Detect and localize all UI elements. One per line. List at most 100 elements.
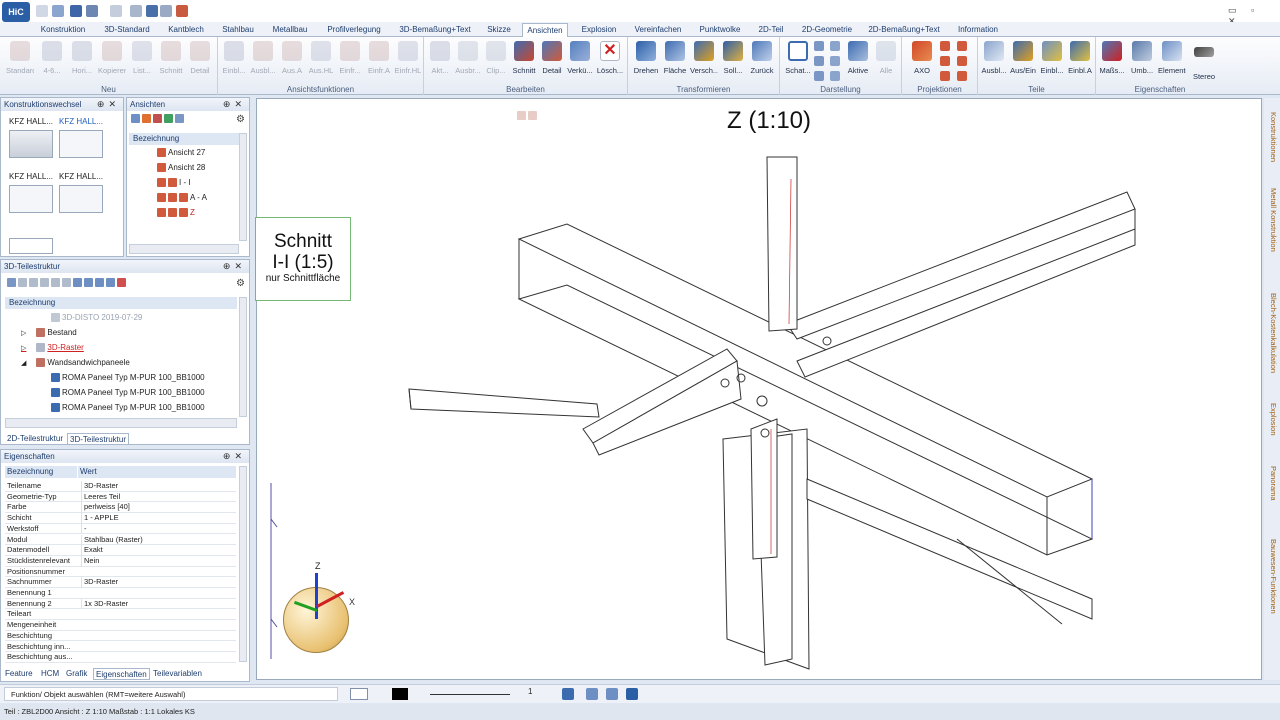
property-row[interactable]: Werkstoff - — [5, 523, 236, 535]
tree-icon[interactable] — [106, 278, 115, 288]
property-value[interactable]: 3D-Raster — [81, 481, 236, 492]
schnitt-button[interactable]: Schnitt — [510, 39, 538, 81]
shade-mode-icon[interactable] — [830, 41, 840, 51]
horizontal-button[interactable]: Hori... — [68, 39, 96, 81]
teile-einbl-button[interactable]: Einbl... — [1038, 39, 1066, 81]
stereo-button[interactable]: Stereo — [1190, 39, 1218, 81]
view-item-a-a[interactable]: A - A — [157, 191, 207, 205]
tool-icon[interactable] — [29, 278, 38, 288]
property-row[interactable]: Mengeneinheit — [5, 620, 236, 631]
tree-item-bestand[interactable]: ▷ Bestand — [21, 326, 77, 340]
massstab-button[interactable]: Maßs... — [1098, 39, 1126, 81]
panel-pin-close-icon[interactable]: ⊕✕ — [223, 260, 246, 273]
search-icon[interactable] — [7, 278, 16, 288]
drawing-thumbnail-3[interactable] — [9, 185, 53, 213]
tab-eigenschaften[interactable]: Eigenschaften — [93, 668, 150, 680]
tree-item-paneel-1[interactable]: ROMA Paneel Typ M-PUR 100_BB1000 — [51, 371, 205, 385]
window-controls[interactable]: ▭ ▫ ✕ — [1228, 5, 1268, 26]
viewport-3d[interactable]: Z (1:10) Schnitt I-I (1:5) nur Schnittfl… — [255, 98, 1262, 680]
zurueck-button[interactable]: Zurück — [748, 39, 776, 81]
tool-icon[interactable] — [51, 278, 60, 288]
property-row[interactable]: Modul Stahlbau (Raster) — [5, 534, 236, 546]
tab-vereinfachen[interactable]: Vereinfachen — [630, 23, 686, 37]
property-value[interactable]: perlweiss [40] — [81, 502, 236, 513]
ausbr-button[interactable]: Ausbr... — [454, 39, 482, 81]
property-row[interactable]: Sachnummer 3D-Raster — [5, 577, 236, 588]
view-item-i-i[interactable]: I - I — [157, 176, 191, 190]
save-icon[interactable] — [70, 5, 82, 17]
schnitt-new-button[interactable]: Schnitt — [157, 39, 185, 81]
detail-button[interactable]: Detail — [538, 39, 566, 81]
outline-icon[interactable] — [830, 71, 840, 81]
property-row[interactable]: Beschichtung — [5, 631, 236, 642]
refresh-icon[interactable] — [164, 114, 173, 124]
verschieben-button[interactable]: Versch... — [690, 39, 718, 81]
render-icon[interactable] — [176, 5, 188, 17]
drawing-thumbnail-5[interactable] — [9, 238, 53, 254]
tree-item-3d-raster[interactable]: ▷ 3D-Raster — [21, 341, 84, 355]
tab-profilverlegung[interactable]: Profilverlegung — [322, 23, 386, 37]
teile-einbl-a-button[interactable]: Einbl.A — [1066, 39, 1094, 81]
gear-icon[interactable]: ⚙ — [236, 278, 245, 289]
filter-icon[interactable] — [175, 114, 184, 124]
line-width-select[interactable]: 1 — [528, 687, 532, 696]
app-logo[interactable]: HiC — [2, 2, 30, 22]
property-row[interactable]: Schicht 1 - APPLE — [5, 513, 236, 524]
view-new-icon[interactable] — [153, 114, 162, 124]
view-item-z[interactable]: Z — [157, 206, 195, 220]
tab-2d-bemassung[interactable]: 2D-Bemaßung+Text — [866, 23, 942, 37]
property-value[interactable]: 3D-Raster — [81, 577, 236, 588]
tree-item-wandsandwich[interactable]: ◢ Wandsandwichpaneele — [21, 356, 130, 370]
einbl-button[interactable]: Einbl... — [220, 39, 248, 81]
panel-pin-close-icon[interactable]: ⊕✕ — [97, 98, 120, 111]
tab-grafik[interactable]: Grafik — [64, 668, 89, 680]
save-as-icon[interactable] — [86, 5, 98, 17]
tab-teilevariablen[interactable]: Teilevariablen — [151, 668, 204, 680]
property-value[interactable]: Leeres Teil — [81, 491, 236, 503]
collapse-icon[interactable]: ◢ — [21, 360, 26, 367]
side-tab-blech-kostenkalkulation[interactable]: Blech-Kostenkalkulation — [1266, 278, 1278, 388]
umbenennen-button[interactable]: Umb... — [1128, 39, 1156, 81]
command-prompt-input[interactable]: Funktion/ Objekt auswählen (RMT=weitere … — [4, 687, 338, 701]
tree-item-paneel-3[interactable]: ROMA Paneel Typ M-PUR 100_BB1000 — [51, 401, 205, 415]
standard-button[interactable]: Standard — [6, 39, 34, 81]
tab-punktwolke[interactable]: Punktwolke — [694, 23, 746, 37]
tab-kantblech[interactable]: Kantblech — [163, 23, 209, 37]
aus-a-button[interactable]: Aus.A — [278, 39, 306, 81]
soll-button[interactable]: Soll... — [719, 39, 747, 81]
arrow-down-icon[interactable] — [142, 114, 151, 124]
coordinate-icon[interactable] — [626, 688, 638, 700]
teilestruktur-column-header[interactable]: Bezeichnung — [5, 297, 237, 309]
property-value[interactable]: Nein — [81, 555, 236, 567]
side-tab-panorama[interactable]: Panorama — [1266, 458, 1278, 508]
tool-icon[interactable] — [40, 278, 49, 288]
expand-icon[interactable]: ▷ — [21, 345, 26, 352]
panel-pin-close-icon[interactable]: ⊕✕ — [223, 450, 246, 463]
side-tab-konstruktionen[interactable]: Konstruktionen — [1266, 102, 1278, 172]
property-row[interactable]: Beschichtung aus... — [5, 652, 236, 663]
detail-new-button[interactable]: Detail — [186, 39, 214, 81]
tab-hcm[interactable]: HCM — [39, 668, 61, 680]
tab-skizze[interactable]: Skizze — [484, 23, 514, 37]
expand-icon[interactable]: ▷ — [21, 330, 26, 337]
property-value[interactable]: Exakt — [81, 545, 236, 556]
pen-icon[interactable] — [562, 688, 574, 700]
snap-icon[interactable] — [586, 688, 598, 700]
transparent-icon[interactable] — [830, 56, 840, 66]
tab-2d-teil[interactable]: 2D-Teil — [756, 23, 786, 37]
aktualisieren-button[interactable]: Akt... — [426, 39, 454, 81]
front-view-icon[interactable] — [940, 41, 950, 51]
vertical-scrollbar[interactable] — [239, 133, 247, 241]
property-row[interactable]: Beschichtung inn... — [5, 642, 236, 653]
axo-button[interactable]: AXO — [908, 39, 936, 81]
tab-stahlbau[interactable]: Stahlbau — [218, 23, 258, 37]
tab-konstruktion[interactable]: Konstruktion — [36, 23, 90, 37]
aus-hl-button[interactable]: Aus.HL — [307, 39, 335, 81]
tool-icon[interactable] — [62, 278, 71, 288]
property-value[interactable]: Stahlbau (Raster) — [81, 534, 236, 545]
property-row[interactable]: Positionsnummer — [5, 567, 236, 578]
view-item-ansicht-28[interactable]: Ansicht 28 — [157, 161, 205, 175]
flaeche-button[interactable]: Fläche — [661, 39, 689, 81]
tab-2d-teilestruktur[interactable]: 2D-Teilestruktur — [5, 433, 65, 445]
linetype-select[interactable] — [430, 694, 510, 695]
